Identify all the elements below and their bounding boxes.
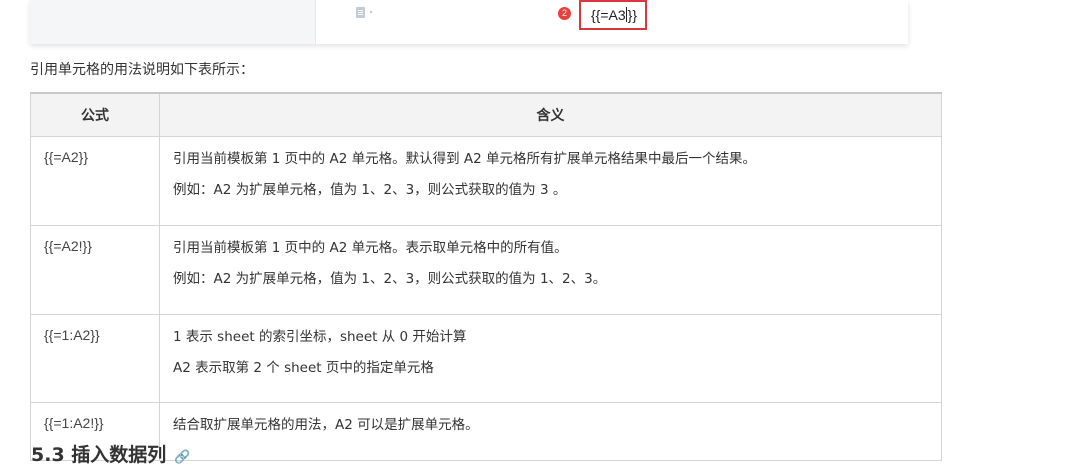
meaning-line: 例如：A2 为扩展单元格，值为 1、2、3，则公式获取的值为 1、2、3。: [173, 271, 607, 287]
formula-text-tail: }}: [627, 7, 638, 23]
formula-usage-table: 公式 含义 {{=A2}} 引用当前模板第 1 页中的 A2 单元格。默认得到 …: [30, 92, 942, 461]
dot-marker: [370, 11, 372, 13]
meaning-line: 结合取扩展单元格的用法，A2 可以是扩展单元格。: [173, 417, 479, 433]
embedded-screenshot: 2 {{=A3}}: [30, 0, 908, 44]
highlighted-formula-cell: {{=A3}}: [579, 0, 647, 30]
table-header-row: 公式 含义: [30, 92, 942, 137]
header-formula: 公式: [30, 92, 160, 137]
step-badge: 2: [558, 7, 571, 20]
table-row: {{=A2!}} 引用当前模板第 1 页中的 A2 单元格。表示取单元格中的所有…: [30, 225, 942, 315]
meaning-line: A2 表示取第 2 个 sheet 页中的指定单元格: [173, 360, 434, 376]
meaning-line: 例如：A2 为扩展单元格，值为 1、2、3，则公式获取的值为 3 。: [173, 182, 567, 198]
meaning-line: 1 表示 sheet 的索引坐标，sheet 从 0 开始计算: [173, 329, 467, 345]
section-heading: 5.3 插入数据列 🔗: [31, 440, 190, 467]
document-icon: [356, 7, 365, 18]
intro-paragraph: 引用单元格的用法说明如下表所示：: [30, 62, 254, 78]
meaning-cell: 引用当前模板第 1 页中的 A2 单元格。表示取单元格中的所有值。 例如：A2 …: [159, 225, 942, 315]
table-row: {{=A2}} 引用当前模板第 1 页中的 A2 单元格。默认得到 A2 单元格…: [30, 136, 942, 226]
meaning-line: 引用当前模板第 1 页中的 A2 单元格。表示取单元格中的所有值。: [173, 240, 568, 256]
formula-text: {{=A3: [591, 7, 626, 23]
meaning-cell: 结合取扩展单元格的用法，A2 可以是扩展单元格。: [159, 402, 942, 461]
formula-cell: {{=A2}}: [30, 136, 160, 226]
link-icon[interactable]: 🔗: [174, 450, 190, 465]
meaning-cell: 1 表示 sheet 的索引坐标，sheet 从 0 开始计算 A2 表示取第 …: [159, 314, 942, 403]
screenshot-sidebar: [30, 0, 316, 44]
header-meaning: 含义: [159, 92, 942, 137]
table-row: {{=1:A2}} 1 表示 sheet 的索引坐标，sheet 从 0 开始计…: [30, 314, 942, 403]
meaning-line: 引用当前模板第 1 页中的 A2 单元格。默认得到 A2 单元格所有扩展单元格结…: [173, 151, 756, 167]
section-heading-text: 5.3 插入数据列: [31, 444, 167, 466]
meaning-cell: 引用当前模板第 1 页中的 A2 单元格。默认得到 A2 单元格所有扩展单元格结…: [159, 136, 942, 226]
formula-cell: {{=A2!}}: [30, 225, 160, 315]
formula-cell: {{=1:A2}}: [30, 314, 160, 403]
